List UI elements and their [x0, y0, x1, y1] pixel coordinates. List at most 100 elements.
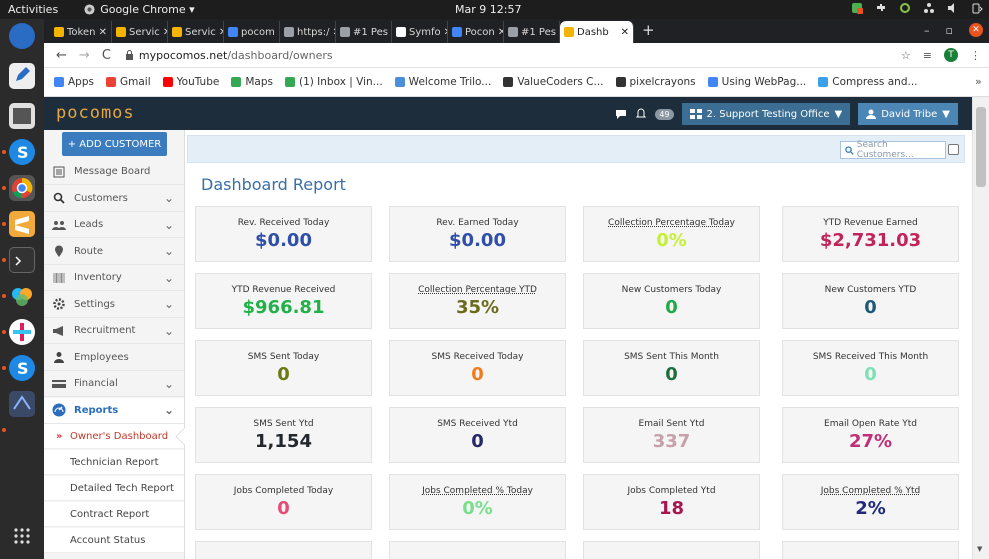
bookmark-item[interactable]: Using WebPag...: [707, 76, 806, 88]
sidebar-item-route[interactable]: Route ⌄: [44, 239, 184, 265]
system-tray[interactable]: [851, 2, 983, 14]
report-link-contract-report[interactable]: Contract Report: [44, 502, 184, 527]
browser-tab[interactable]: Servic✕: [168, 21, 224, 43]
sidebar-item-leads[interactable]: Leads ⌄: [44, 212, 184, 238]
dock-chrome-icon[interactable]: [9, 175, 35, 201]
clock[interactable]: Mar 9 12:57: [455, 3, 521, 16]
dock-text-editor-icon[interactable]: [9, 63, 35, 89]
bookmark-item[interactable]: pixelcrayons: [615, 76, 696, 88]
dock-terminal-icon[interactable]: [9, 247, 35, 273]
user-menu[interactable]: David Tribe ▼: [858, 103, 958, 125]
browser-tab[interactable]: #1 Pes✕: [504, 21, 560, 43]
pocomos-logo[interactable]: pocomos: [56, 103, 135, 123]
report-link-detailed-tech-report[interactable]: Detailed Tech Report: [44, 476, 184, 501]
tab-title: Servic: [129, 26, 160, 38]
report-link-account-status[interactable]: Account Status: [44, 528, 184, 553]
tab-close-icon[interactable]: ✕: [99, 27, 107, 38]
office-selector[interactable]: 2. Support Testing Office ▼: [681, 103, 851, 125]
scrollbar-thumb[interactable]: [976, 107, 986, 187]
bookmarks-more-button[interactable]: »: [975, 75, 982, 88]
back-icon[interactable]: ←: [56, 48, 67, 63]
bookmark-item[interactable]: Welcome Trilo...: [394, 76, 491, 88]
bookmark-item[interactable]: Gmail: [105, 76, 151, 88]
activities-button[interactable]: Activities: [8, 3, 58, 16]
reload-icon[interactable]: C: [102, 48, 111, 63]
dock-skype-2-icon[interactable]: S: [9, 355, 35, 381]
dock-thunderbird-icon[interactable]: [9, 23, 35, 49]
chevron-down-icon: ⌄: [163, 244, 174, 258]
network-icon: [924, 3, 934, 13]
bookmark-item[interactable]: Apps: [54, 76, 94, 88]
sidebar-item-employees[interactable]: Employees: [44, 345, 184, 371]
bookmark-star-icon[interactable]: ☆: [901, 49, 911, 62]
stat-card: Rev. Earned Today $0.00: [389, 206, 566, 262]
stat-card-partial: [782, 541, 959, 559]
sidebar-item-message-board[interactable]: Message Board: [44, 159, 184, 185]
dock-window-icon[interactable]: [9, 103, 35, 129]
browser-tab[interactable]: #1 Pes✕: [336, 21, 392, 43]
page-scrollbar[interactable]: ▼: [972, 97, 989, 559]
scroll-down-arrow-icon[interactable]: ▼: [977, 545, 982, 553]
chevron-down-icon: ⌄: [163, 270, 174, 285]
browser-tab[interactable]: Symfo✕: [392, 21, 448, 43]
search-customers-input[interactable]: Search Customers...: [840, 140, 946, 160]
dock-remote-icon[interactable]: [9, 391, 35, 417]
report-link-owner-s-dashboard[interactable]: » Owner's Dashboard: [44, 424, 184, 449]
tab-close-icon[interactable]: ✕: [621, 27, 629, 38]
forward-icon[interactable]: →: [79, 48, 90, 63]
bookmark-item[interactable]: Compress and...: [818, 76, 918, 88]
stat-label: SMS Received This Month: [812, 352, 929, 362]
browser-tab[interactable]: pocom✕: [224, 21, 280, 43]
app-menu[interactable]: Google Chrome ▾: [84, 3, 195, 16]
close-window-icon[interactable]: ✕: [969, 23, 983, 37]
tab-title: Servic: [185, 26, 216, 38]
browser-tab[interactable]: Dashb ✕: [560, 21, 634, 43]
star-flag-icon: [116, 27, 126, 37]
app-menu-label: Google Chrome ▾: [100, 3, 195, 16]
new-tab-button[interactable]: +: [642, 21, 655, 39]
dock-colorful-app-icon[interactable]: [9, 283, 35, 309]
dock-slack-icon[interactable]: [9, 319, 35, 345]
add-customer-button[interactable]: + ADD CUSTOMER: [62, 132, 167, 156]
stat-label: Jobs Completed Ytd: [627, 486, 716, 496]
browser-tab[interactable]: Pocon✕: [448, 21, 504, 43]
bookmark-item[interactable]: (1) Inbox | Vin...: [284, 76, 383, 88]
sidebar-item-recruitment[interactable]: Recruitment ⌄: [44, 318, 184, 344]
sidebar-item-settings[interactable]: Settings ⌄: [44, 292, 184, 318]
search-icon: [52, 191, 66, 205]
minimize-icon[interactable]: –: [924, 24, 930, 37]
search-checkbox[interactable]: [948, 144, 959, 155]
reading-list-icon[interactable]: ≡: [923, 49, 932, 62]
browser-tab[interactable]: https:/✕: [280, 21, 336, 43]
system-top-bar: Activities Google Chrome ▾ Mar 9 12:57: [0, 0, 989, 19]
message-board-icon: [52, 165, 66, 179]
sidebar-item-label: Customers: [74, 192, 128, 204]
sidebar-item-inventory[interactable]: Inventory ⌄: [44, 265, 184, 291]
sidebar-item-reports[interactable]: Reports ⌄: [44, 397, 184, 424]
bell-icon[interactable]: [635, 108, 647, 120]
browser-tab[interactable]: Token ✕: [50, 21, 112, 43]
maximize-icon[interactable]: ▫: [946, 24, 953, 37]
bookmark-item[interactable]: YouTube: [162, 76, 219, 88]
sidebar-item-financial[interactable]: Financial ⌄: [44, 371, 184, 397]
bookmark-item[interactable]: ValueCoders C...: [503, 76, 604, 88]
stat-value: 0: [471, 431, 484, 452]
dock: S S: [0, 19, 44, 559]
url-field[interactable]: mypocomos.net/dashboard/owners: [125, 49, 333, 62]
notification-count[interactable]: 49: [655, 108, 674, 120]
report-link-technician-report[interactable]: Technician Report: [44, 450, 184, 475]
money-icon: [52, 377, 66, 391]
dock-skype-icon[interactable]: S: [9, 139, 35, 165]
stat-value: 0: [665, 364, 678, 385]
tab-title: https:/: [297, 26, 330, 38]
bookmark-label: Maps: [245, 76, 273, 88]
chat-icon[interactable]: [615, 108, 627, 120]
profile-avatar[interactable]: T: [944, 48, 958, 62]
sidebar-item-customers[interactable]: Customers ⌄: [44, 186, 184, 212]
dock-sublime-icon[interactable]: [9, 211, 35, 237]
browser-tab[interactable]: Servic✕: [112, 21, 168, 43]
chrome-menu-icon[interactable]: ⋮: [970, 49, 981, 62]
stat-label: SMS Received Today: [431, 352, 524, 362]
bookmark-item[interactable]: Maps: [231, 76, 273, 88]
show-apps-icon[interactable]: [13, 527, 31, 545]
